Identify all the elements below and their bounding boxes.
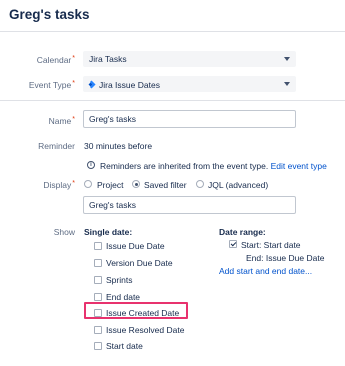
checkbox-end-date-label: End date — [106, 292, 141, 302]
checkbox-date-range-start[interactable] — [229, 240, 237, 248]
show-label: Show — [53, 227, 75, 237]
divider — [0, 100, 345, 101]
radio-project[interactable] — [84, 180, 92, 188]
single-date-heading: Single date: — [84, 227, 133, 237]
checkbox-issue-resolved-date-label: Issue Resolved Date — [106, 325, 185, 335]
calendar-select-value: Jira Tasks — [89, 54, 127, 64]
display-label: Display* — [43, 180, 75, 190]
event-type-select-value: Jira Issue Dates — [99, 80, 160, 90]
checkbox-sprints[interactable] — [94, 276, 102, 284]
radio-project-label: Project — [97, 180, 124, 190]
calendar-select[interactable]: Jira Tasks — [83, 51, 296, 67]
checkbox-start-date-label: Start date — [106, 341, 143, 351]
page-title: Greg's tasks — [9, 7, 90, 22]
name-label: Name* — [48, 116, 75, 126]
edit-event-type-link[interactable]: Edit event type — [271, 161, 327, 171]
checkbox-issue-due-date[interactable] — [94, 242, 102, 250]
checkbox-issue-due-date-label: Issue Due Date — [106, 241, 165, 251]
reminder-info: Reminders are inherited from the event t… — [100, 161, 327, 171]
reminder-label: Reminder — [38, 141, 75, 151]
radio-saved-filter[interactable] — [132, 180, 140, 188]
chevron-down-icon — [284, 57, 290, 61]
saved-filter-input[interactable]: Greg's tasks — [83, 196, 296, 214]
saved-filter-value: Greg's tasks — [89, 200, 136, 210]
radio-jql-label: JQL (advanced) — [208, 180, 269, 190]
radio-jql[interactable] — [196, 180, 204, 188]
reminder-value: 30 minutes before — [84, 141, 153, 151]
checkbox-start-date[interactable] — [94, 342, 102, 350]
checkbox-version-due-date-label: Version Due Date — [106, 258, 173, 268]
date-range-end: End: Issue Due Date — [246, 253, 325, 263]
checkbox-version-due-date[interactable] — [94, 259, 102, 267]
checkbox-sprints-label: Sprints — [106, 275, 133, 285]
name-input-value: Greg's tasks — [89, 114, 136, 124]
name-input[interactable]: Greg's tasks — [83, 110, 296, 128]
checkbox-issue-resolved-date[interactable] — [94, 326, 102, 334]
date-range-heading: Date range: — [219, 227, 266, 237]
chevron-down-icon — [284, 82, 290, 86]
date-range-start: Start: Start date — [241, 240, 301, 250]
event-type-label: Event Type* — [28, 80, 75, 90]
radio-saved-filter-label: Saved filter — [144, 180, 187, 190]
calendar-label: Calendar* — [36, 55, 75, 65]
jira-icon — [88, 80, 96, 89]
checkbox-end-date[interactable] — [94, 293, 102, 301]
dialog-header: Greg's tasks — [0, 0, 345, 32]
add-start-end-date-link[interactable]: Add start and end date... — [219, 266, 312, 276]
highlight-box — [84, 302, 188, 319]
info-icon: i — [87, 161, 95, 169]
